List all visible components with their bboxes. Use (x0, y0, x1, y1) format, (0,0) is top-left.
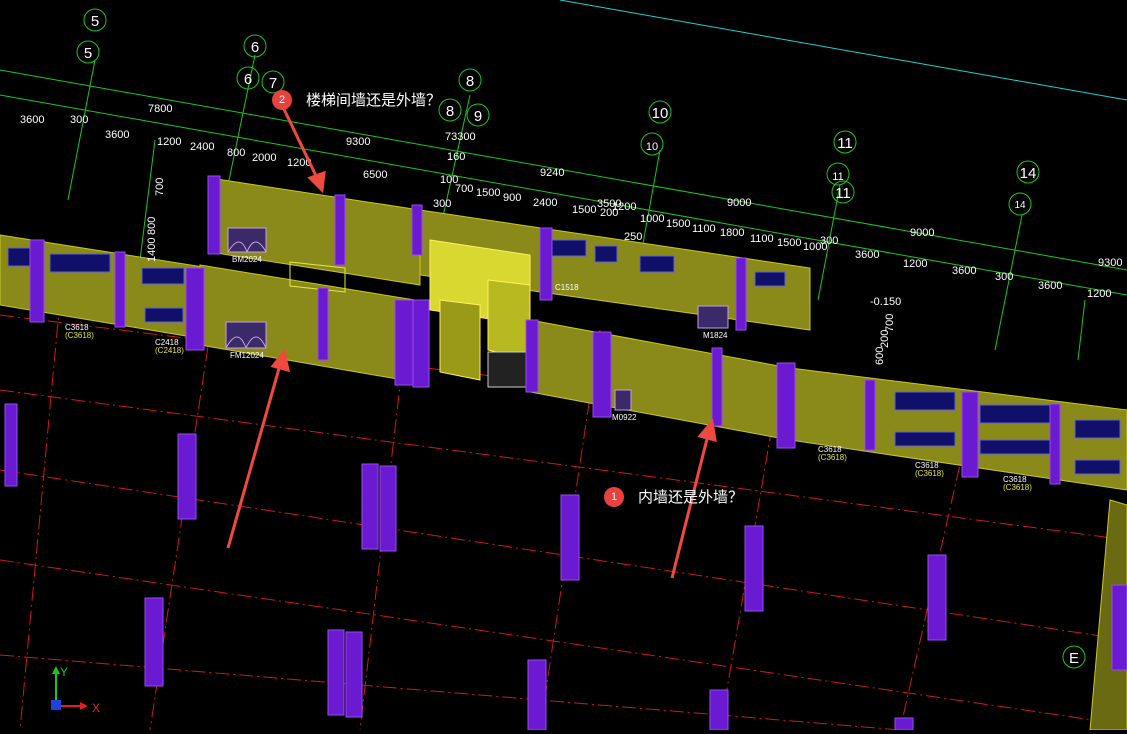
svg-text:300: 300 (995, 271, 1013, 283)
svg-text:(C3618): (C3618) (65, 331, 94, 340)
svg-text:9240: 9240 (540, 167, 564, 179)
grid-bubble-label: 11 (835, 185, 851, 202)
svg-text:1500: 1500 (666, 218, 690, 230)
svg-text:3600: 3600 (952, 265, 976, 277)
svg-text:800: 800 (227, 147, 245, 159)
svg-text:3500: 3500 (597, 198, 621, 210)
svg-text:600: 600 (874, 347, 886, 365)
svg-text:1200: 1200 (157, 136, 181, 148)
grid-bubble-label: 9 (474, 108, 482, 125)
svg-text:FM12024: FM12024 (230, 351, 264, 360)
svg-text:700: 700 (455, 183, 473, 195)
svg-text:3600: 3600 (1038, 280, 1062, 292)
callout-stair-wall: 2 楼梯间墙还是外墙？ (272, 89, 441, 110)
svg-text:73300: 73300 (445, 131, 476, 143)
svg-text:250: 250 (624, 231, 642, 243)
svg-text:1500: 1500 (476, 187, 500, 199)
svg-text:9300: 9300 (1098, 257, 1122, 269)
svg-text:1100: 1100 (750, 233, 774, 245)
grid-bubble-label: 5 (84, 45, 92, 62)
svg-text:300: 300 (70, 114, 88, 126)
svg-text:1800: 1800 (720, 227, 744, 239)
svg-text:700: 700 (884, 314, 896, 332)
grid-bubble-label: 8 (466, 73, 474, 90)
svg-text:800: 800 (146, 217, 158, 235)
grid-bubble-label: 10 (652, 105, 669, 122)
callout-text: 内墙还是外墙？ (638, 488, 744, 506)
grid-bubble-label: 8 (446, 103, 454, 120)
axis-y-label: Y (60, 665, 68, 679)
svg-text:1200: 1200 (903, 258, 927, 270)
ucs-axis-indicator: Y X (51, 665, 100, 715)
svg-text:2400: 2400 (190, 141, 214, 153)
svg-text:300: 300 (433, 198, 451, 210)
svg-text:300: 300 (820, 235, 838, 247)
grid-bubble-label: 6 (251, 39, 259, 56)
grid-bubble-label: 14 (1020, 165, 1037, 182)
grid-bubble-label: 6 (244, 71, 252, 88)
level-mark: -0.150 (870, 296, 901, 308)
svg-text:2400: 2400 (533, 197, 557, 209)
grid-bubble-label: 10 (646, 141, 658, 153)
svg-text:900: 900 (503, 192, 521, 204)
svg-text:6500: 6500 (363, 169, 387, 181)
walls[interactable] (0, 177, 1127, 731)
grid-bubble-label-e: E (1069, 650, 1079, 667)
svg-text:3600: 3600 (855, 249, 879, 261)
svg-text:1500: 1500 (572, 204, 596, 216)
svg-text:9300: 9300 (346, 136, 370, 148)
svg-text:1500: 1500 (777, 237, 801, 249)
callout-text: 楼梯间墙还是外墙？ (306, 91, 442, 109)
svg-text:1400: 1400 (146, 238, 158, 262)
svg-text:(C3618): (C3618) (1003, 483, 1032, 492)
grid-bubble-label: 11 (832, 171, 843, 183)
svg-text:9000: 9000 (727, 197, 751, 209)
svg-text:(C3618): (C3618) (818, 453, 847, 462)
svg-text:1100: 1100 (692, 223, 716, 235)
svg-text:BM2024: BM2024 (232, 255, 262, 264)
model-canvas[interactable]: 5 5 6 6 7 8 8 9 10 10 11 11 11 14 14 E 7… (0, 0, 1127, 731)
callout-badge: 1 (604, 486, 624, 507)
svg-text:3600: 3600 (105, 129, 129, 141)
svg-text:(C2418): (C2418) (155, 346, 184, 355)
svg-text:C1518: C1518 (555, 283, 579, 292)
svg-text:7800: 7800 (148, 103, 172, 115)
grid-bubble-label: 11 (837, 135, 853, 152)
svg-text:1200: 1200 (1087, 288, 1111, 300)
svg-text:3600: 3600 (20, 114, 44, 126)
svg-text:(C3618): (C3618) (915, 469, 944, 478)
callout-inner-wall: 1 内墙还是外墙？ (604, 486, 743, 507)
svg-text:1000: 1000 (640, 213, 664, 225)
svg-text:M0922: M0922 (612, 413, 637, 422)
callout-badge: 2 (272, 89, 292, 110)
cad-3d-viewport[interactable]: 5 5 6 6 7 8 8 9 10 10 11 11 11 14 14 E 7… (0, 0, 1127, 731)
axis-x-label: X (92, 701, 100, 715)
svg-text:2000: 2000 (252, 152, 276, 164)
svg-text:160: 160 (447, 151, 465, 163)
grid-bubble-label: 5 (91, 13, 99, 30)
svg-text:700: 700 (154, 178, 166, 196)
cyan-axis-line (559, 0, 1127, 101)
svg-text:M1824: M1824 (703, 331, 728, 340)
grid-bubble-label: 14 (1014, 200, 1026, 211)
svg-text:9000: 9000 (910, 227, 934, 239)
